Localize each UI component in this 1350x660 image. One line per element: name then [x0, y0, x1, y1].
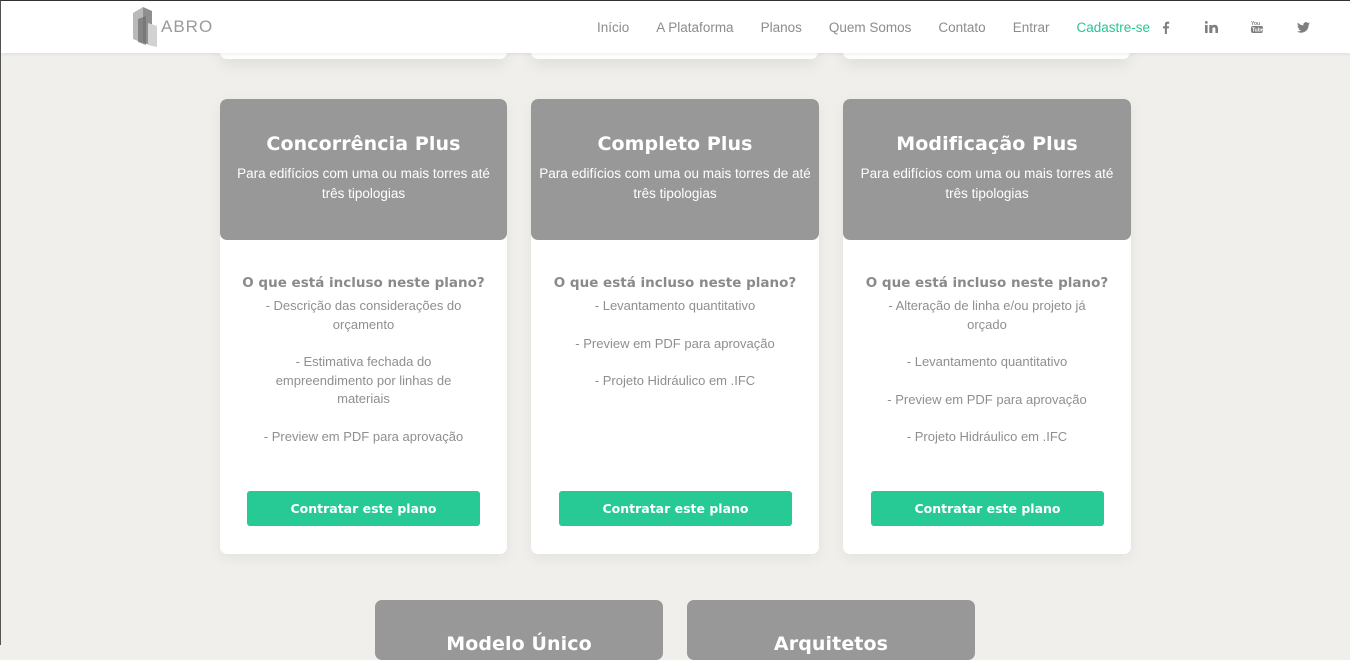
- plan-card-header: Modificação Plus Para edifícios com uma …: [843, 99, 1131, 240]
- plan-feature: - Projeto Hidráulico em .IFC: [594, 373, 756, 388]
- nav-link-inicio[interactable]: Início: [597, 20, 629, 35]
- plan-feature: - Descrição das considerações do orçamen…: [265, 298, 462, 332]
- plan-card-modelo-unico: Modelo Único: [375, 600, 663, 660]
- twitter-icon[interactable]: [1294, 18, 1312, 36]
- plan-title: Modificação Plus: [896, 133, 1078, 155]
- plan-card-concorrencia-plus: Concorrência Plus Para edifícios com uma…: [220, 99, 507, 554]
- plan-feature: - Estimativa fechada do empreendimento p…: [275, 354, 452, 406]
- plan-feature: - Levantamento quantitativo: [594, 298, 756, 313]
- nav-link-entrar[interactable]: Entrar: [1013, 20, 1050, 35]
- plan-card-body: O que está incluso neste plano? - Descri…: [220, 275, 507, 465]
- site-logo[interactable]: ABRO: [130, 5, 214, 47]
- plan-title: Modelo Único: [446, 633, 592, 655]
- plan-card-header: Completo Plus Para edifícios com uma ou …: [531, 99, 819, 240]
- plan-subtitle: Para edifícios com uma ou mais torres de…: [539, 166, 811, 201]
- plan-title: Concorrência Plus: [266, 133, 461, 155]
- plan-feature: - Preview em PDF para aprovação: [575, 335, 775, 351]
- plan-feature: - Levantamento quantitativo: [906, 354, 1068, 369]
- svg-text:Tube: Tube: [1252, 28, 1263, 34]
- facebook-icon[interactable]: [1157, 18, 1175, 36]
- plan-feature: - Preview em PDF para aprovação: [263, 428, 464, 444]
- nav-link-cadastre-se[interactable]: Cadastre-se: [1076, 20, 1150, 35]
- plan-title: Completo Plus: [597, 133, 753, 155]
- nav-link-plataforma[interactable]: A Plataforma: [656, 20, 733, 35]
- plan-card-body: O que está incluso neste plano? - Levant…: [531, 275, 819, 410]
- included-heading: O que está incluso neste plano?: [242, 275, 485, 291]
- main-nav: Início A Plataforma Planos Quem Somos Co…: [597, 1, 1177, 53]
- contratar-plano-button[interactable]: Contratar este plano: [871, 491, 1104, 526]
- plan-card-header: Concorrência Plus Para edifícios com uma…: [220, 99, 507, 240]
- included-heading: O que está incluso neste plano?: [865, 275, 1109, 291]
- contratar-plano-button[interactable]: Contratar este plano: [559, 491, 792, 526]
- plan-feature: - Preview em PDF para aprovação: [887, 391, 1087, 407]
- youtube-icon[interactable]: You Tube: [1248, 18, 1266, 36]
- plan-feature: - Alteração de linha e/ou projeto já orç…: [888, 298, 1086, 332]
- plan-feature: - Projeto Hidráulico em .IFC: [906, 429, 1068, 444]
- plan-card-modificacao-plus: Modificação Plus Para edifícios com uma …: [843, 99, 1131, 554]
- contratar-plano-button[interactable]: Contratar este plano: [247, 491, 480, 526]
- top-navbar: ABRO Início A Plataforma Planos Quem Som…: [1, 1, 1350, 53]
- nav-link-planos[interactable]: Planos: [761, 20, 802, 35]
- plan-subtitle: Para edifícios com uma ou mais torres at…: [237, 166, 490, 201]
- logo-wordmark: ABRO: [161, 17, 214, 36]
- plan-card-arquitetos: Arquitetos: [687, 600, 975, 660]
- plan-subtitle: Para edifícios com uma ou mais torres at…: [860, 166, 1114, 201]
- logo-mark-icon: [133, 7, 157, 47]
- nav-link-quem-somos[interactable]: Quem Somos: [829, 20, 912, 35]
- plan-title: Arquitetos: [773, 633, 889, 655]
- plan-card-body: O que está incluso neste plano? - Altera…: [843, 275, 1131, 466]
- included-heading: O que está incluso neste plano?: [553, 275, 797, 291]
- plan-card-completo-plus: Completo Plus Para edifícios com uma ou …: [531, 99, 819, 554]
- nav-link-contato[interactable]: Contato: [938, 20, 985, 35]
- linkedin-icon[interactable]: [1202, 18, 1220, 36]
